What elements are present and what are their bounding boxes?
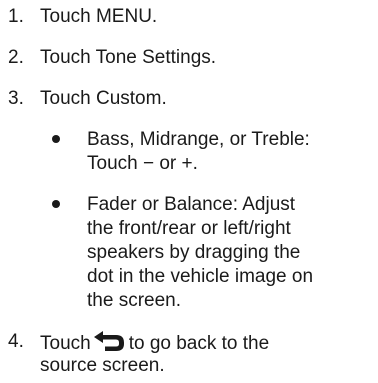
bullet-line: Touch − or +.: [87, 153, 198, 174]
step-text: Touch MENU.: [40, 6, 158, 27]
step-number: 4.: [8, 331, 24, 352]
step-4-continuation: source screen.: [40, 355, 165, 376]
bullet-icon: [52, 128, 60, 152]
step-number: 2.: [8, 47, 24, 68]
step-text-before: Touch: [40, 333, 91, 354]
bullet-line: dot in the vehicle image on: [87, 266, 314, 287]
step-number: 1.: [8, 6, 24, 27]
step-text-after: to go back to the: [128, 333, 270, 354]
bullet-line: Fader or Balance: Adjust: [87, 194, 296, 215]
bullet-line: Bass, Midrange, or Treble:: [87, 129, 310, 150]
bullet-icon: [52, 193, 60, 217]
bullet-line: speakers by dragging the: [87, 242, 301, 263]
bullet-line: the front/rear or left/right: [87, 218, 291, 239]
step-text: Touch to go back to the: [40, 330, 269, 356]
bullet-line: the screen.: [87, 290, 181, 311]
step-text: Touch Tone Settings.: [40, 47, 217, 68]
back-arrow-icon: [93, 330, 125, 352]
step-text: Touch Custom.: [40, 88, 167, 109]
step-number: 3.: [8, 88, 24, 109]
